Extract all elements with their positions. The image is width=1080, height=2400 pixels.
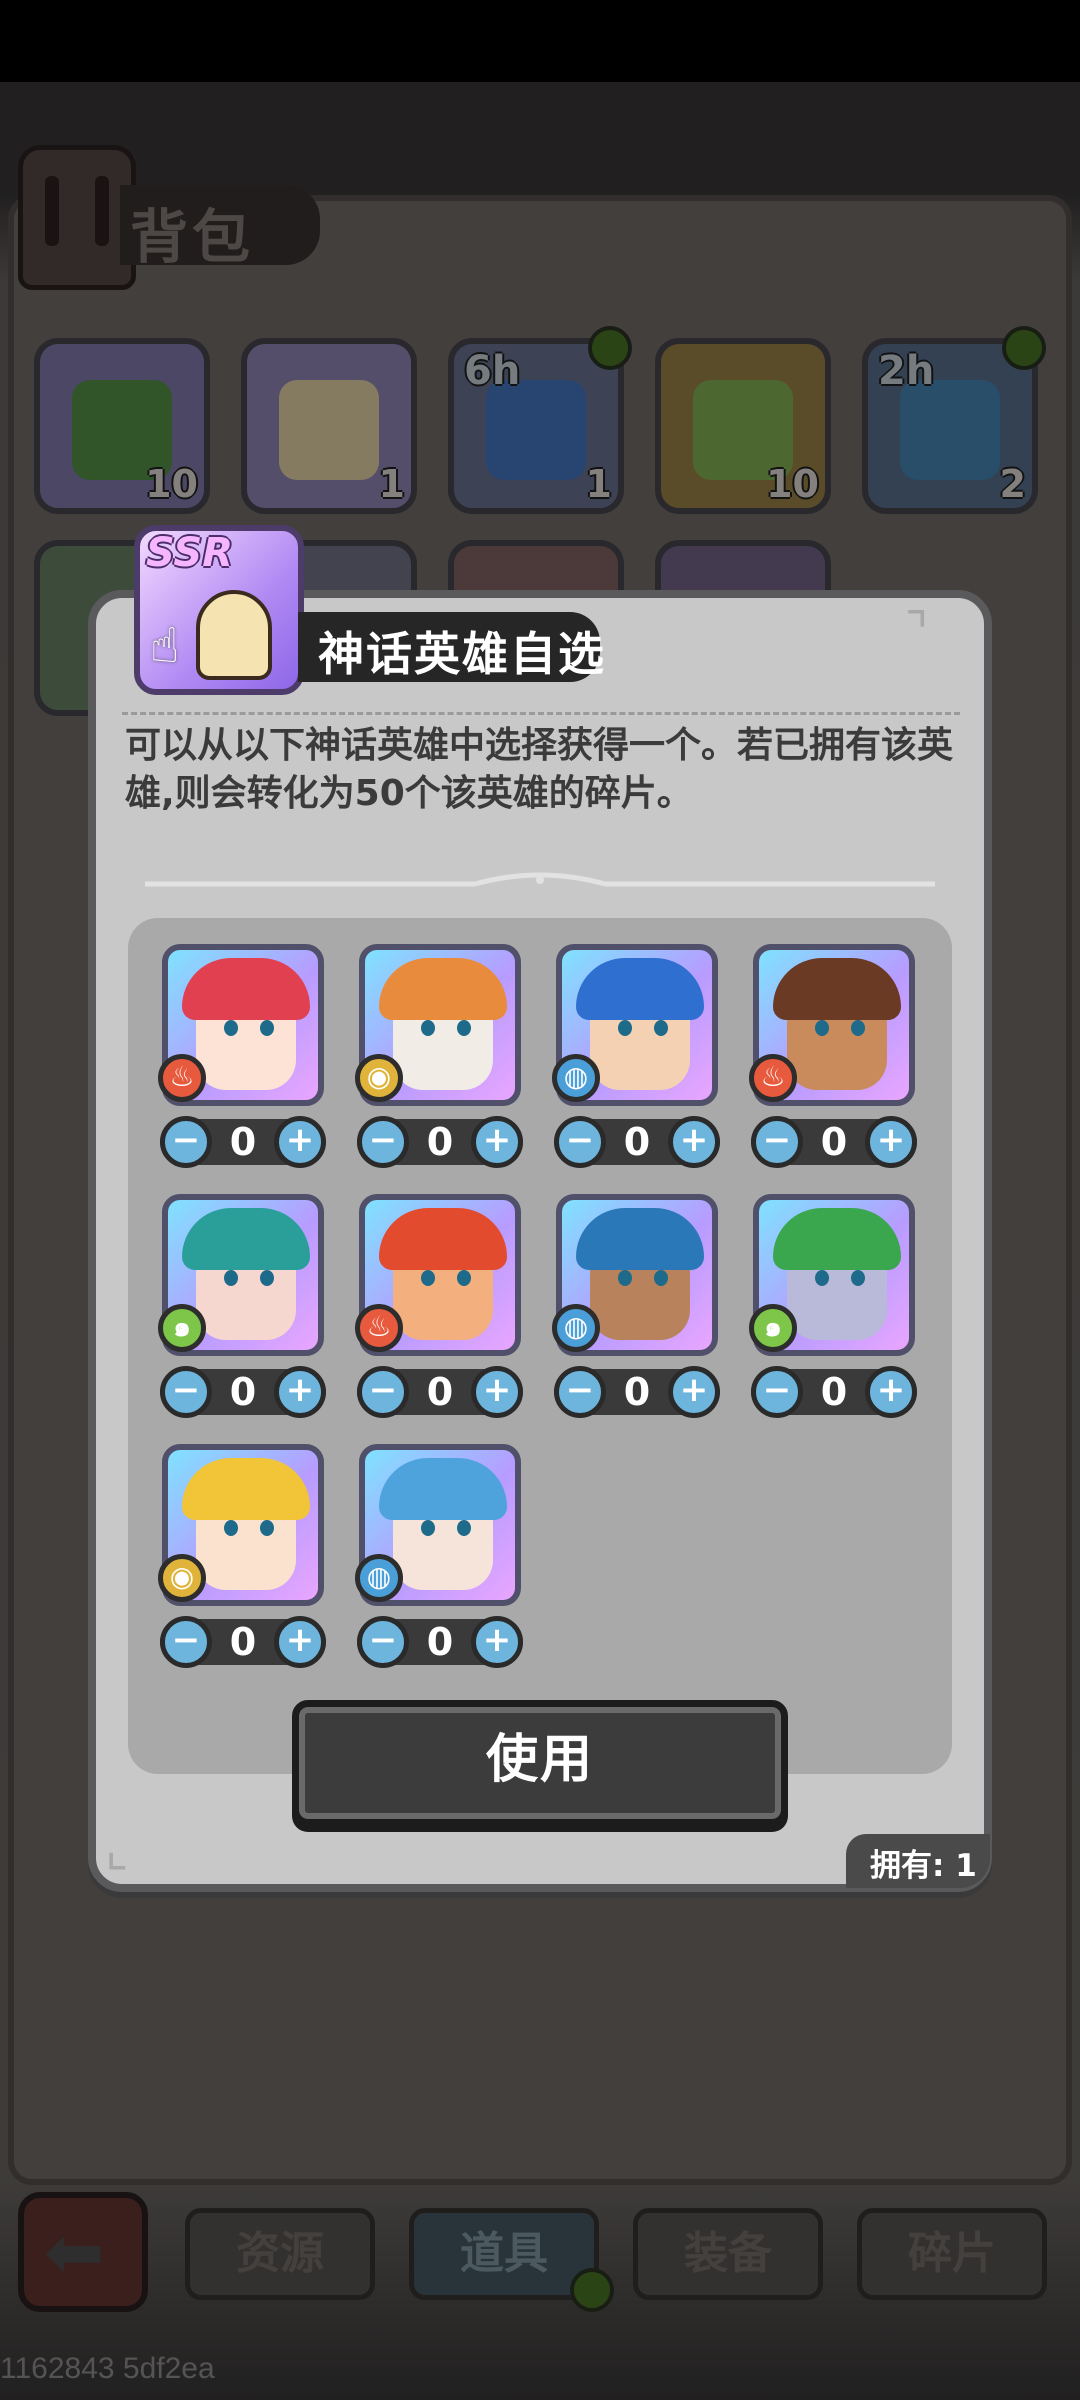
dialog-title: 神话英雄自选 — [318, 627, 606, 681]
hero-eye — [421, 1020, 435, 1036]
hero-eye — [815, 1020, 829, 1036]
plus-button[interactable]: + — [274, 1366, 326, 1418]
minus-button[interactable]: − — [357, 1616, 409, 1668]
fire-element-icon: ♨ — [749, 1054, 797, 1102]
hero-eye — [260, 1520, 274, 1536]
quantity-stepper: −0 + — [554, 1116, 720, 1168]
water-element-icon: ◍ — [552, 1304, 600, 1352]
plus-button[interactable]: + — [274, 1616, 326, 1668]
quantity-value: 0 — [623, 1370, 651, 1414]
quantity-value: 0 — [229, 1120, 257, 1164]
quantity-stepper: −0 + — [357, 1116, 523, 1168]
minus-button[interactable]: − — [357, 1116, 409, 1168]
plus-button[interactable]: + — [471, 1116, 523, 1168]
hero-hair — [182, 1458, 310, 1520]
minus-button[interactable]: − — [160, 1116, 212, 1168]
hero-eye — [260, 1020, 274, 1036]
pointing-hand-icon: ☝ — [150, 618, 180, 674]
plus-button[interactable]: + — [668, 1116, 720, 1168]
quantity-stepper: −0 + — [751, 1366, 917, 1418]
quantity-value: 0 — [426, 1620, 454, 1664]
hero-eye — [224, 1020, 238, 1036]
hero-eye — [851, 1270, 865, 1286]
hero-eye — [815, 1270, 829, 1286]
hero-hair — [182, 958, 310, 1020]
quantity-stepper: −0 + — [357, 1616, 523, 1668]
minus-button[interactable]: − — [160, 1366, 212, 1418]
ssr-badge: SSR — [146, 530, 233, 576]
quantity-stepper: −0 + — [357, 1366, 523, 1418]
quantity-stepper: −0 + — [751, 1116, 917, 1168]
quantity-value: 0 — [426, 1120, 454, 1164]
corner-ornament-icon: ⌝ — [905, 602, 929, 660]
use-button[interactable]: 使用 — [292, 1700, 788, 1826]
wind-element-icon: ๑ — [158, 1304, 206, 1352]
hero-eye — [457, 1270, 471, 1286]
divider-ornament — [145, 872, 935, 887]
dialog-description: 可以从以下神话英雄中选择获得一个。若已拥有该英雄,则会转化为50个该英雄的碎片。 — [125, 725, 954, 814]
plus-button[interactable]: + — [668, 1366, 720, 1418]
hero-eye — [618, 1270, 632, 1286]
water-element-icon: ◍ — [552, 1054, 600, 1102]
earth-element-icon: ◉ — [158, 1554, 206, 1602]
hero-eye — [224, 1520, 238, 1536]
quantity-value: 0 — [820, 1370, 848, 1414]
hero-hair — [182, 1208, 310, 1270]
fire-element-icon: ♨ — [355, 1304, 403, 1352]
quantity-value: 0 — [623, 1120, 651, 1164]
hero-eye — [618, 1020, 632, 1036]
hero-silhouette-icon — [196, 590, 272, 680]
hero-eye — [654, 1270, 668, 1286]
plus-button[interactable]: + — [471, 1616, 523, 1668]
plus-button[interactable]: + — [471, 1366, 523, 1418]
water-element-icon: ◍ — [355, 1554, 403, 1602]
hero-eye — [851, 1020, 865, 1036]
earth-element-icon: ◉ — [355, 1054, 403, 1102]
hero-eye — [224, 1270, 238, 1286]
quantity-value: 0 — [820, 1120, 848, 1164]
quantity-value: 0 — [229, 1370, 257, 1414]
hero-hair — [773, 1208, 901, 1270]
minus-button[interactable]: − — [357, 1366, 409, 1418]
quantity-stepper: −0 + — [160, 1366, 326, 1418]
hero-eye — [457, 1020, 471, 1036]
hero-eye — [654, 1020, 668, 1036]
hero-hair — [379, 958, 507, 1020]
quantity-stepper: −0 + — [160, 1616, 326, 1668]
hero-eye — [260, 1270, 274, 1286]
fire-element-icon: ♨ — [158, 1054, 206, 1102]
plus-button[interactable]: + — [865, 1366, 917, 1418]
hero-eye — [421, 1270, 435, 1286]
hero-hair — [576, 1208, 704, 1270]
minus-button[interactable]: − — [554, 1366, 606, 1418]
quantity-value: 0 — [426, 1370, 454, 1414]
minus-button[interactable]: − — [751, 1116, 803, 1168]
hero-hair — [379, 1458, 507, 1520]
plus-button[interactable]: + — [274, 1116, 326, 1168]
corner-ornament-icon: ⌞ — [105, 1820, 129, 1878]
wind-element-icon: ๑ — [749, 1304, 797, 1352]
minus-button[interactable]: − — [160, 1616, 212, 1668]
quantity-value: 0 — [229, 1620, 257, 1664]
quantity-stepper: −0 + — [160, 1116, 326, 1168]
hero-eye — [421, 1520, 435, 1536]
owned-count: 拥有: 1 — [870, 1848, 977, 1884]
minus-button[interactable]: − — [554, 1116, 606, 1168]
divider — [122, 712, 960, 715]
minus-button[interactable]: − — [751, 1366, 803, 1418]
hero-hair — [379, 1208, 507, 1270]
hero-hair — [773, 958, 901, 1020]
quantity-stepper: −0 + — [554, 1366, 720, 1418]
hero-hair — [576, 958, 704, 1020]
hero-eye — [457, 1520, 471, 1536]
plus-button[interactable]: + — [865, 1116, 917, 1168]
